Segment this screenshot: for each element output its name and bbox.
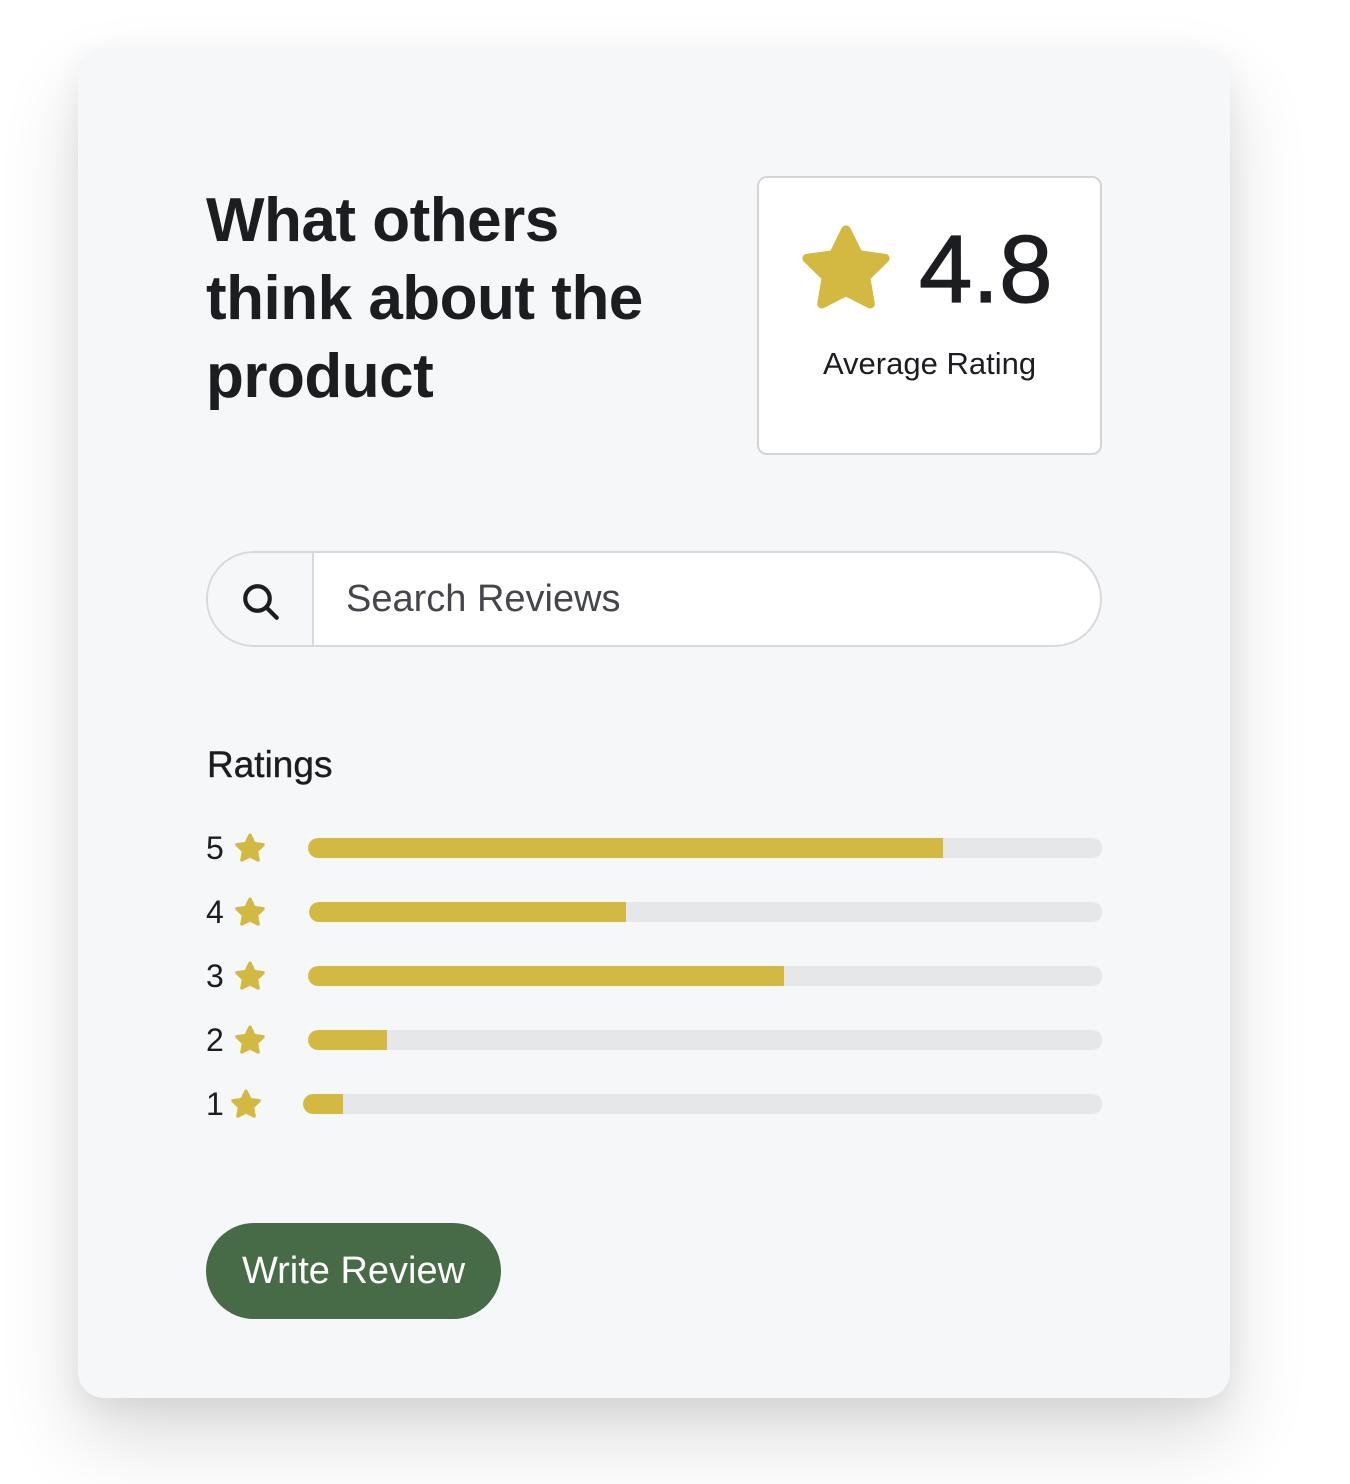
rating-bar-fill xyxy=(308,838,944,858)
star-icon xyxy=(235,961,265,990)
rating-row-stars-label: 5 xyxy=(206,830,224,866)
star-icon xyxy=(802,225,890,309)
rating-bar-fill xyxy=(309,902,627,922)
rating-bar-track xyxy=(308,966,1102,986)
star-icon xyxy=(231,1089,261,1118)
reviews-card: What others think about the product 4.8 … xyxy=(78,48,1230,1398)
average-rating-label: Average Rating xyxy=(822,346,1037,381)
rating-row[interactable]: 1 xyxy=(206,1084,1102,1124)
rating-bar-track xyxy=(308,1030,1102,1050)
rating-row-stars-label: 1 xyxy=(206,1086,224,1122)
average-rating-value: 4.8 xyxy=(918,216,1053,323)
rating-bar-track xyxy=(303,1094,1102,1114)
rating-row[interactable]: 2 xyxy=(206,1020,1102,1060)
rating-row[interactable]: 4 xyxy=(206,892,1102,932)
star-icon xyxy=(235,897,265,926)
rating-bar-fill xyxy=(303,1094,343,1114)
rating-row-stars-label: 4 xyxy=(206,894,224,930)
rating-row-stars-label: 2 xyxy=(206,1022,224,1058)
search-button[interactable] xyxy=(208,553,314,645)
rating-bar-track xyxy=(309,902,1102,922)
rating-row[interactable]: 3 xyxy=(206,956,1102,996)
write-review-button[interactable]: Write Review xyxy=(206,1223,501,1319)
ratings-title: Ratings xyxy=(207,744,333,785)
search-icon xyxy=(243,584,279,620)
star-icon xyxy=(235,1025,265,1054)
average-rating-box: 4.8 Average Rating xyxy=(757,176,1102,455)
star-icon xyxy=(235,833,265,862)
page-title: What others think about the product xyxy=(206,186,643,411)
rating-row[interactable]: 5 xyxy=(206,828,1102,868)
rating-bar-track xyxy=(308,838,1102,858)
rating-bar-fill xyxy=(308,966,785,986)
rating-bar-fill xyxy=(308,1030,388,1050)
search-bar[interactable] xyxy=(206,551,1102,647)
search-input[interactable] xyxy=(314,553,1100,645)
rating-row-stars-label: 3 xyxy=(206,958,224,994)
